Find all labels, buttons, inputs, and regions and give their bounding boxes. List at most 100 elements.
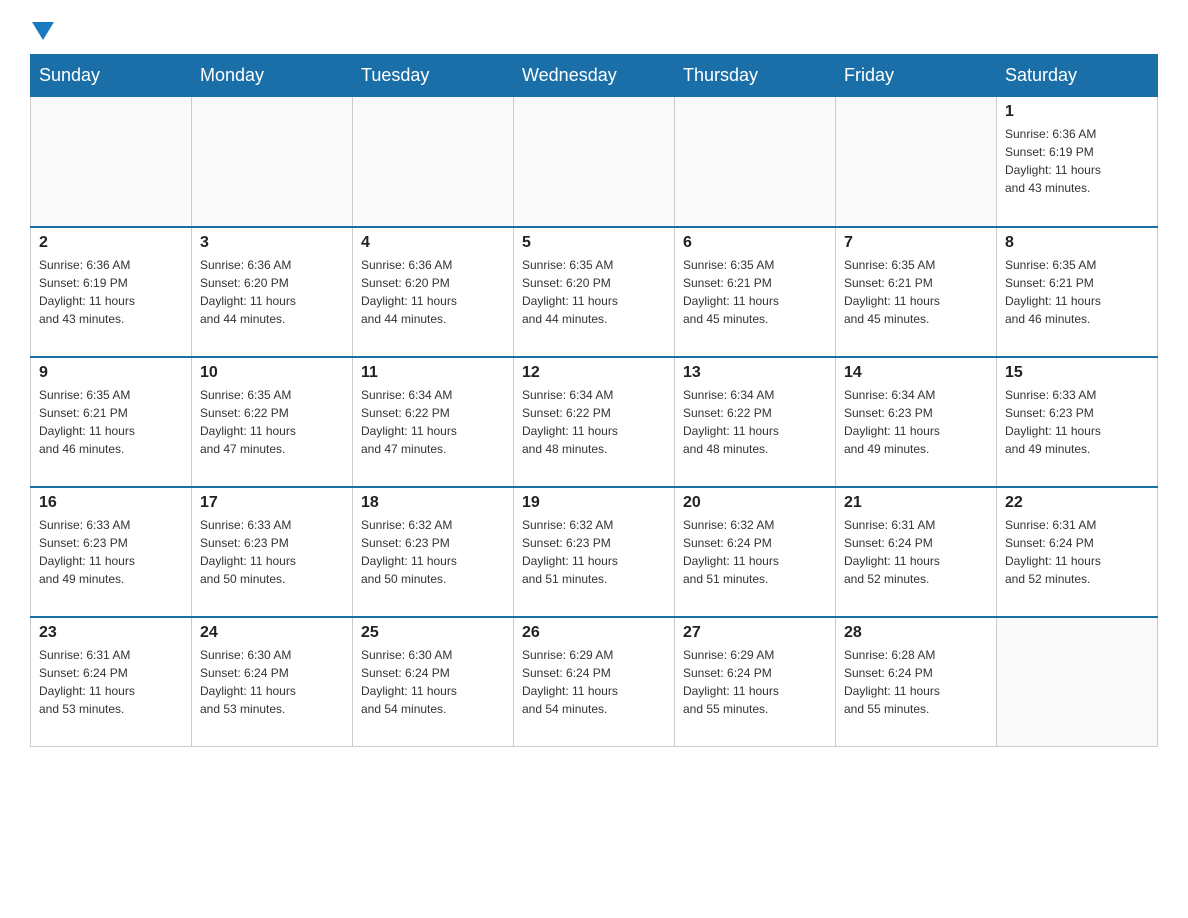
day-info: Sunrise: 6:28 AMSunset: 6:24 PMDaylight:… (844, 646, 988, 718)
calendar-cell: 25 Sunrise: 6:30 AMSunset: 6:24 PMDayligh… (353, 617, 514, 747)
day-info: Sunrise: 6:33 AMSunset: 6:23 PMDaylight:… (200, 516, 344, 588)
calendar-cell: 1Sunrise: 6:36 AMSunset: 6:19 PMDaylight… (997, 97, 1158, 227)
calendar-cell: 28 Sunrise: 6:28 AMSunset: 6:24 PMDayligh… (836, 617, 997, 747)
day-number: 3 (200, 234, 344, 252)
column-header-sunday: Sunday (31, 55, 192, 97)
day-info: Sunrise: 6:35 AMSunset: 6:21 PMDaylight:… (844, 256, 988, 328)
calendar-cell (997, 617, 1158, 747)
day-number: 27 (683, 624, 827, 642)
calendar-cell: 24 Sunrise: 6:30 AMSunset: 6:24 PMDayligh… (192, 617, 353, 747)
day-info: Sunrise: 6:35 AMSunset: 6:21 PMDaylight:… (683, 256, 827, 328)
day-number: 23 (39, 624, 183, 642)
calendar-cell: 13Sunrise: 6:34 AMSunset: 6:22 PMDayligh… (675, 357, 836, 487)
calendar-cell: 15 Sunrise: 6:33 AMSunset: 6:23 PMDayligh… (997, 357, 1158, 487)
week-row-3: 9 Sunrise: 6:35 AMSunset: 6:21 PMDaylight… (31, 357, 1158, 487)
calendar-cell: 21 Sunrise: 6:31 AMSunset: 6:24 PMDayligh… (836, 487, 997, 617)
day-info: Sunrise: 6:32 AMSunset: 6:24 PMDaylight:… (683, 516, 827, 588)
column-header-wednesday: Wednesday (514, 55, 675, 97)
week-row-4: 16 Sunrise: 6:33 AMSunset: 6:23 PMDayligh… (31, 487, 1158, 617)
calendar-cell: 27 Sunrise: 6:29 AMSunset: 6:24 PMDayligh… (675, 617, 836, 747)
column-header-saturday: Saturday (997, 55, 1158, 97)
calendar-cell: 8 Sunrise: 6:35 AMSunset: 6:21 PMDaylight… (997, 227, 1158, 357)
day-number: 7 (844, 234, 988, 252)
day-info: Sunrise: 6:31 AMSunset: 6:24 PMDaylight:… (39, 646, 183, 718)
day-info: Sunrise: 6:36 AMSunset: 6:20 PMDaylight:… (361, 256, 505, 328)
day-number: 9 (39, 364, 183, 382)
column-header-thursday: Thursday (675, 55, 836, 97)
calendar-header-row: SundayMondayTuesdayWednesdayThursdayFrid… (31, 55, 1158, 97)
day-info: Sunrise: 6:35 AMSunset: 6:22 PMDaylight:… (200, 386, 344, 458)
day-number: 16 (39, 494, 183, 512)
calendar-cell: 5 Sunrise: 6:35 AMSunset: 6:20 PMDaylight… (514, 227, 675, 357)
day-number: 26 (522, 624, 666, 642)
day-number: 14 (844, 364, 988, 382)
day-number: 21 (844, 494, 988, 512)
day-info: Sunrise: 6:36 AMSunset: 6:19 PMDaylight:… (39, 256, 183, 328)
calendar-cell: 26 Sunrise: 6:29 AMSunset: 6:24 PMDayligh… (514, 617, 675, 747)
day-number: 4 (361, 234, 505, 252)
column-header-tuesday: Tuesday (353, 55, 514, 97)
day-number: 2 (39, 234, 183, 252)
calendar-cell (675, 97, 836, 227)
calendar-cell: 16 Sunrise: 6:33 AMSunset: 6:23 PMDayligh… (31, 487, 192, 617)
day-info: Sunrise: 6:35 AMSunset: 6:20 PMDaylight:… (522, 256, 666, 328)
day-number: 18 (361, 494, 505, 512)
day-number: 19 (522, 494, 666, 512)
calendar-cell: 20 Sunrise: 6:32 AMSunset: 6:24 PMDayligh… (675, 487, 836, 617)
calendar-cell: 2 Sunrise: 6:36 AMSunset: 6:19 PMDaylight… (31, 227, 192, 357)
day-number: 20 (683, 494, 827, 512)
day-number: 10 (200, 364, 344, 382)
day-number: 22 (1005, 494, 1149, 512)
calendar-cell: 6 Sunrise: 6:35 AMSunset: 6:21 PMDaylight… (675, 227, 836, 357)
day-info: Sunrise: 6:34 AMSunset: 6:22 PMDaylight:… (522, 386, 666, 458)
column-header-monday: Monday (192, 55, 353, 97)
day-number: 24 (200, 624, 344, 642)
week-row-2: 2 Sunrise: 6:36 AMSunset: 6:19 PMDaylight… (31, 227, 1158, 357)
column-header-friday: Friday (836, 55, 997, 97)
day-number: 12 (522, 364, 666, 382)
calendar-cell (31, 97, 192, 227)
calendar-table: SundayMondayTuesdayWednesdayThursdayFrid… (30, 54, 1158, 747)
calendar-cell: 18 Sunrise: 6:32 AMSunset: 6:23 PMDayligh… (353, 487, 514, 617)
day-info: Sunrise: 6:34 AMSunset: 6:22 PMDaylight:… (361, 386, 505, 458)
day-info: Sunrise: 6:34 AMSunset: 6:23 PMDaylight:… (844, 386, 988, 458)
day-info: Sunrise: 6:36 AMSunset: 6:20 PMDaylight:… (200, 256, 344, 328)
day-info: Sunrise: 6:32 AMSunset: 6:23 PMDaylight:… (361, 516, 505, 588)
day-info: Sunrise: 6:31 AMSunset: 6:24 PMDaylight:… (844, 516, 988, 588)
day-number: 25 (361, 624, 505, 642)
week-row-5: 23 Sunrise: 6:31 AMSunset: 6:24 PMDayligh… (31, 617, 1158, 747)
day-number: 17 (200, 494, 344, 512)
day-info: Sunrise: 6:33 AMSunset: 6:23 PMDaylight:… (1005, 386, 1149, 458)
day-info: Sunrise: 6:35 AMSunset: 6:21 PMDaylight:… (39, 386, 183, 458)
day-number: 28 (844, 624, 988, 642)
calendar-cell: 3 Sunrise: 6:36 AMSunset: 6:20 PMDaylight… (192, 227, 353, 357)
calendar-cell (836, 97, 997, 227)
logo-arrow-icon (32, 22, 54, 44)
day-info: Sunrise: 6:30 AMSunset: 6:24 PMDaylight:… (361, 646, 505, 718)
day-number: 1 (1005, 103, 1149, 121)
calendar-cell (192, 97, 353, 227)
day-number: 8 (1005, 234, 1149, 252)
day-info: Sunrise: 6:29 AMSunset: 6:24 PMDaylight:… (522, 646, 666, 718)
calendar-cell: 23 Sunrise: 6:31 AMSunset: 6:24 PMDayligh… (31, 617, 192, 747)
calendar-cell: 10 Sunrise: 6:35 AMSunset: 6:22 PMDayligh… (192, 357, 353, 487)
day-info: Sunrise: 6:30 AMSunset: 6:24 PMDaylight:… (200, 646, 344, 718)
day-info: Sunrise: 6:33 AMSunset: 6:23 PMDaylight:… (39, 516, 183, 588)
calendar-cell: 17 Sunrise: 6:33 AMSunset: 6:23 PMDayligh… (192, 487, 353, 617)
day-number: 11 (361, 364, 505, 382)
calendar-cell: 11 Sunrise: 6:34 AMSunset: 6:22 PMDayligh… (353, 357, 514, 487)
day-info: Sunrise: 6:31 AMSunset: 6:24 PMDaylight:… (1005, 516, 1149, 588)
calendar-cell: 7 Sunrise: 6:35 AMSunset: 6:21 PMDaylight… (836, 227, 997, 357)
day-number: 5 (522, 234, 666, 252)
calendar-cell: 19Sunrise: 6:32 AMSunset: 6:23 PMDayligh… (514, 487, 675, 617)
calendar-cell: 14 Sunrise: 6:34 AMSunset: 6:23 PMDayligh… (836, 357, 997, 487)
day-info: Sunrise: 6:35 AMSunset: 6:21 PMDaylight:… (1005, 256, 1149, 328)
day-info: Sunrise: 6:29 AMSunset: 6:24 PMDaylight:… (683, 646, 827, 718)
calendar-cell: 12 Sunrise: 6:34 AMSunset: 6:22 PMDayligh… (514, 357, 675, 487)
day-number: 15 (1005, 364, 1149, 382)
week-row-1: 1Sunrise: 6:36 AMSunset: 6:19 PMDaylight… (31, 97, 1158, 227)
day-number: 6 (683, 234, 827, 252)
day-number: 13 (683, 364, 827, 382)
calendar-cell: 22 Sunrise: 6:31 AMSunset: 6:24 PMDayligh… (997, 487, 1158, 617)
calendar-cell: 9 Sunrise: 6:35 AMSunset: 6:21 PMDaylight… (31, 357, 192, 487)
